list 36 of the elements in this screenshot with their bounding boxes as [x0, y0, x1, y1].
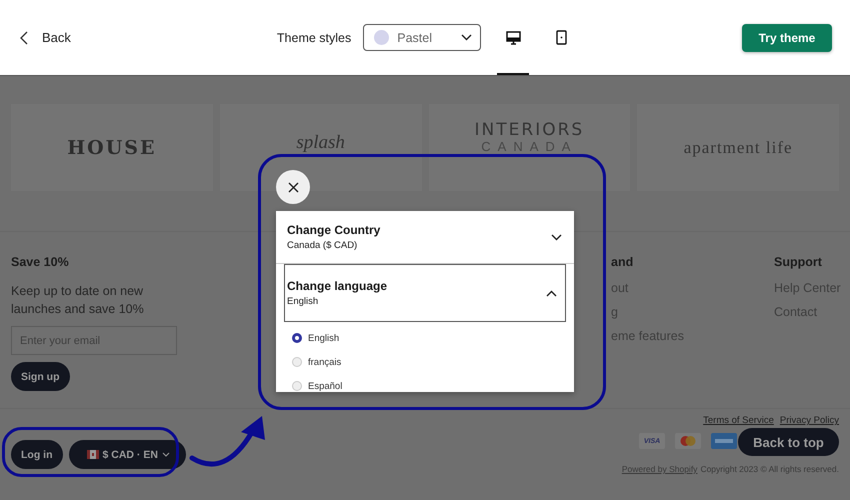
theme-style-select[interactable]: Pastel [363, 24, 482, 51]
chevron-down-icon [162, 452, 170, 457]
currency-language-button[interactable]: $ CAD · EN [68, 440, 186, 469]
language-option[interactable]: Español [292, 374, 558, 392]
language-option[interactable]: English [292, 326, 558, 350]
try-theme-button[interactable]: Try theme [742, 24, 832, 52]
amex-card-icon [711, 433, 737, 449]
legal-link[interactable]: Terms of Service [703, 415, 774, 426]
newsletter-text: Keep up to date on new launches and save 10% [11, 283, 145, 318]
footer-column-heading: Support [774, 254, 822, 270]
mastercard-icon [675, 433, 701, 449]
chevron-down-icon [461, 34, 472, 41]
back-button[interactable]: Back [20, 30, 71, 45]
chevron-up-icon [546, 290, 557, 296]
accordion-header[interactable]: Change language English [284, 264, 566, 322]
newsletter-heading: Save 10% [11, 254, 69, 270]
chevron-down-icon [551, 234, 562, 240]
radio-button[interactable] [292, 333, 302, 343]
tablet-icon [556, 30, 567, 45]
theme-styles-label: Theme styles [276, 30, 352, 44]
brand-logo: splash [296, 132, 345, 154]
accordion-header[interactable]: Change Country Canada ($ CAD) [276, 211, 574, 264]
chevron-left-icon [20, 30, 28, 44]
back-to-top-button[interactable]: Back to top [738, 428, 839, 456]
sign-up-button[interactable]: Sign up [11, 362, 70, 391]
close-icon [288, 182, 298, 192]
canada-flag-icon [86, 450, 98, 459]
close-button[interactable] [276, 170, 310, 204]
log-in-button[interactable]: Log in [11, 440, 62, 469]
footer-column-heading: and [611, 254, 634, 270]
brand-logo: apartment life [684, 138, 793, 158]
brand-logo: INTERIORS [474, 120, 584, 140]
brand-logo: HOUSE [67, 136, 157, 158]
legal-link[interactable]: Privacy Policy [780, 415, 839, 426]
desktop-icon [506, 30, 521, 44]
language-option[interactable]: français [292, 350, 558, 374]
